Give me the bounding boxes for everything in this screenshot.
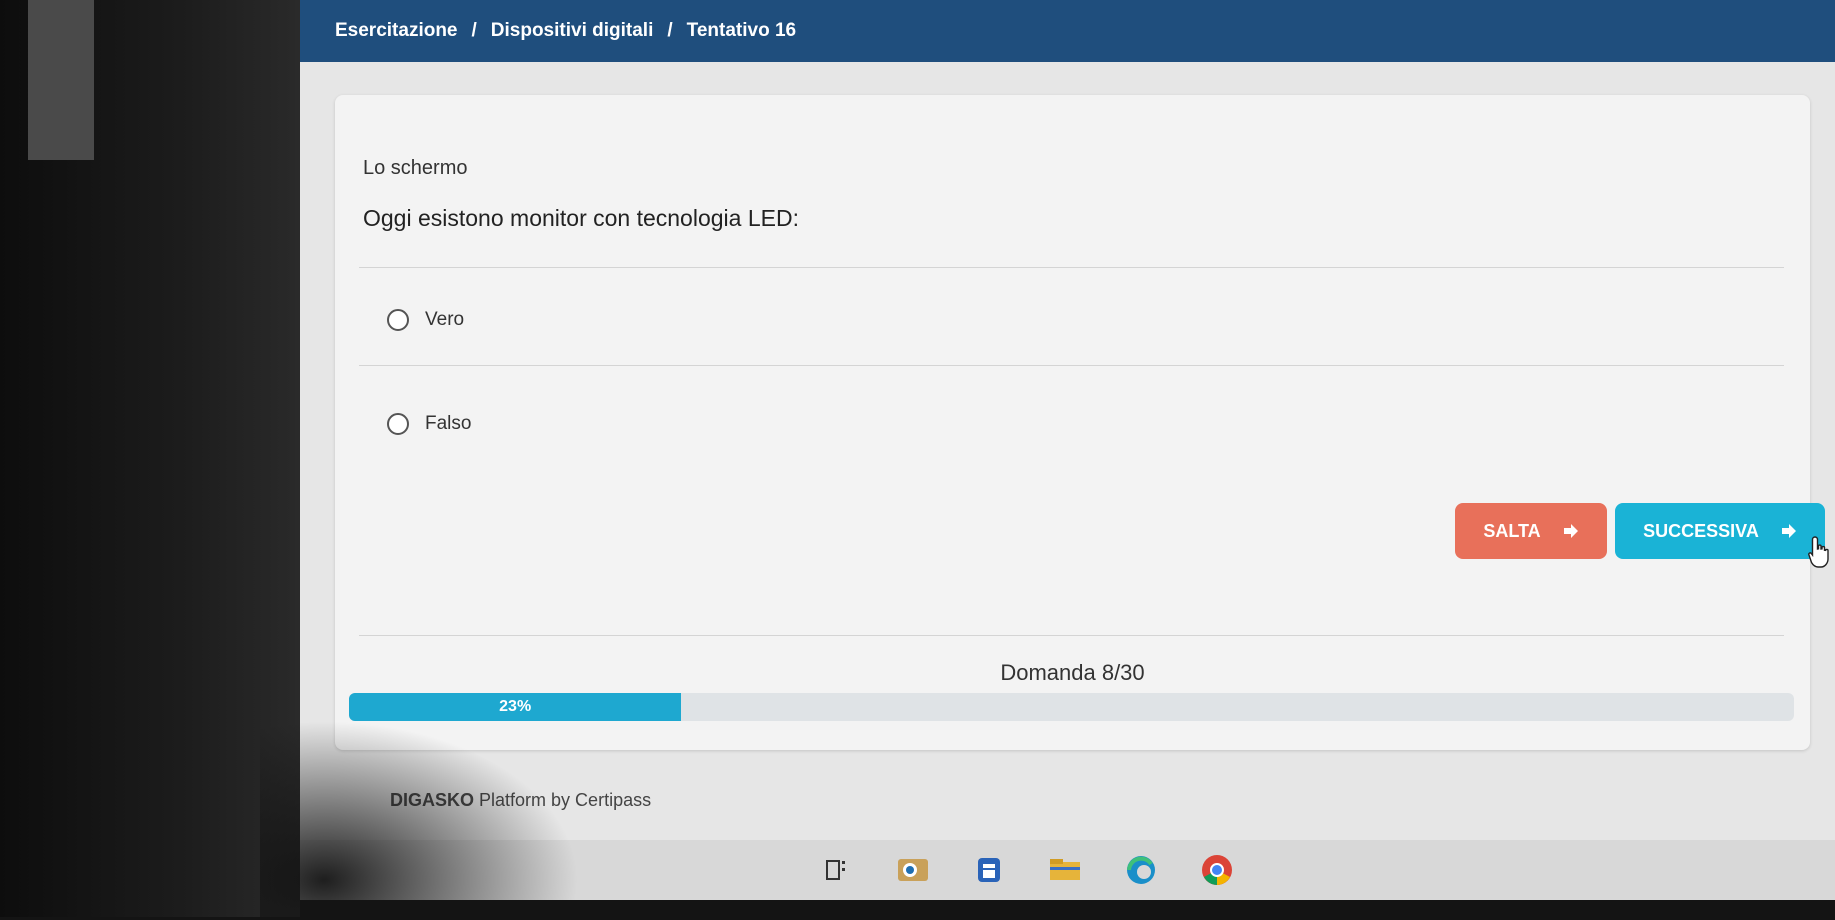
taskbar [300, 840, 1835, 900]
progress-bar: 23% [349, 693, 1794, 721]
arrow-right-icon [1781, 524, 1796, 538]
bezel-highlight [28, 0, 94, 160]
option-label: Falso [425, 413, 472, 434]
skip-label: SALTA [1483, 520, 1541, 541]
progress-fill: 23% [349, 693, 682, 721]
breadcrumb-item-attempt: Tentativo 16 [686, 20, 797, 41]
screen: Esercitazione / Dispositivi digitali / T… [300, 0, 1835, 900]
edge-icon[interactable] [1124, 853, 1158, 887]
radio-button[interactable] [387, 413, 409, 435]
hand-cursor-icon [1808, 536, 1829, 568]
question-counter: Domanda 8/30 [1000, 660, 1145, 685]
progress-label: 23% [499, 698, 532, 715]
next-button[interactable]: SUCCESSIVA [1615, 503, 1825, 559]
calendar-icon[interactable] [972, 853, 1006, 887]
footer-brand: DIGASKO [390, 790, 475, 810]
radio-button[interactable] [387, 309, 409, 331]
outlook-icon[interactable] [896, 853, 930, 887]
breadcrumb-item-topic[interactable]: Dispositivi digitali [491, 20, 654, 42]
question-text: Oggi esistono monitor con tecnologia LED… [363, 205, 799, 231]
divider [359, 635, 1784, 636]
breadcrumb: Esercitazione / Dispositivi digitali / T… [300, 0, 1835, 62]
divider [359, 365, 1784, 366]
skip-button[interactable]: SALTA [1455, 503, 1607, 559]
footer-text: Platform by Certipass [479, 790, 652, 810]
question-subject: Lo schermo [363, 157, 468, 179]
footer: DIGASKO Platform by Certipass [390, 790, 651, 811]
option-vero[interactable]: Vero [387, 309, 464, 331]
breadcrumb-separator: / [471, 20, 477, 41]
breadcrumb-item-exercise[interactable]: Esercitazione [335, 20, 458, 42]
task-view-icon[interactable] [820, 853, 854, 887]
file-explorer-icon[interactable] [1048, 853, 1082, 887]
divider [359, 267, 1784, 268]
arrow-right-icon [1563, 524, 1578, 538]
question-card: Lo schermo Oggi esistono monitor con tec… [335, 95, 1829, 750]
breadcrumb-separator: / [667, 20, 673, 41]
next-label: SUCCESSIVA [1643, 520, 1759, 541]
option-falso[interactable]: Falso [387, 413, 471, 435]
chrome-icon[interactable] [1200, 853, 1234, 887]
option-label: Vero [425, 309, 465, 330]
